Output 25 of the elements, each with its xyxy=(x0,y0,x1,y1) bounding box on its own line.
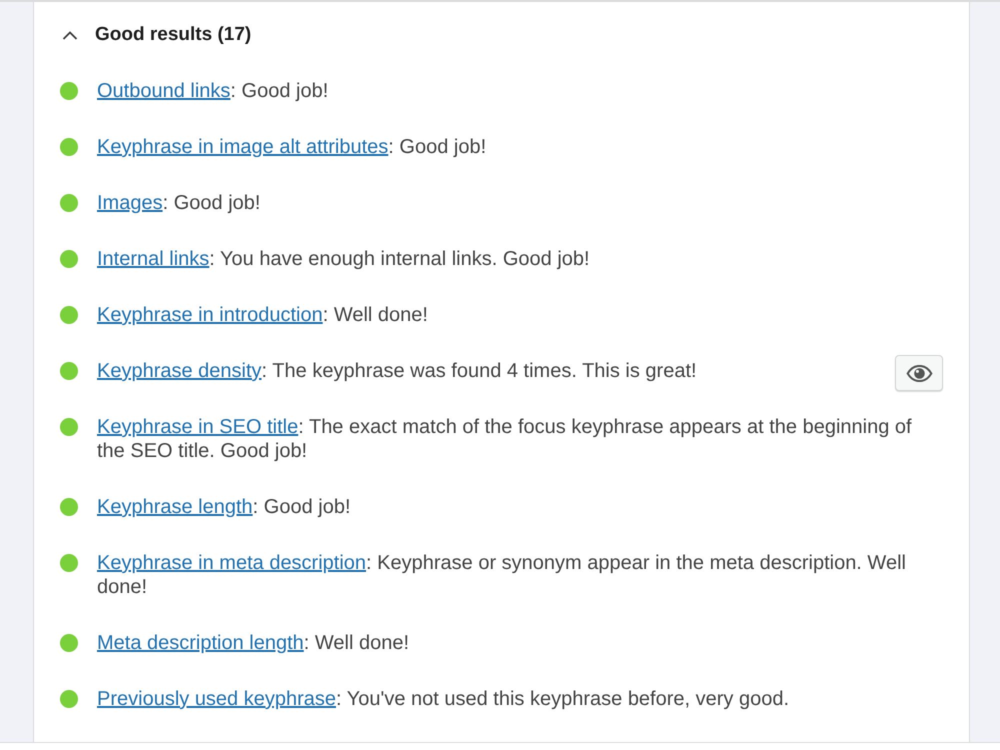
result-text: Keyphrase in introduction: Well done! xyxy=(97,303,429,327)
result-text: Keyphrase in image alt attributes: Good job! xyxy=(97,135,488,159)
result-link[interactable]: Keyphrase in introduction xyxy=(97,304,323,326)
highlight-button[interactable] xyxy=(895,355,943,391)
result-text: Meta description length: Well done! xyxy=(97,631,410,655)
result-link[interactable]: Keyphrase in image alt attributes xyxy=(97,136,388,158)
result-text: Keyphrase in meta description: Keyphrase or synonym appear in the meta description. Well done! xyxy=(97,551,907,599)
result-link[interactable]: Meta description length xyxy=(97,632,304,654)
result-link[interactable]: Previously used keyphrase xyxy=(97,688,336,710)
result-text: Outbound links: Good job! xyxy=(97,79,330,103)
result-link[interactable]: Outbound links xyxy=(97,80,230,102)
result-link[interactable]: Internal links xyxy=(97,248,210,270)
result-text: Images: Good job! xyxy=(97,191,262,215)
result-link[interactable]: Keyphrase in meta description xyxy=(97,552,366,574)
section-toggle[interactable]: Good results (17) xyxy=(60,20,252,50)
result-link[interactable]: Keyphrase in SEO title xyxy=(97,416,298,438)
result-text: Previously used keyphrase: You've not used this keyphrase before, very good. xyxy=(97,687,790,711)
result-link[interactable]: Images xyxy=(97,192,163,214)
result-link[interactable]: Keyphrase length xyxy=(97,496,253,518)
eye-icon xyxy=(906,364,932,382)
result-text: Internal links: You have enough internal links. Good job! xyxy=(97,247,591,271)
result-text: Keyphrase in SEO title: The exact match of the focus keyphrase appears at the beginning of the SEO title. Good job! xyxy=(97,415,913,463)
result-link[interactable]: Keyphrase density xyxy=(97,360,262,382)
result-text: Keyphrase density: The keyphrase was found 4 times. This is great! xyxy=(97,359,698,383)
result-text: Keyphrase length: Good job! xyxy=(97,495,352,519)
